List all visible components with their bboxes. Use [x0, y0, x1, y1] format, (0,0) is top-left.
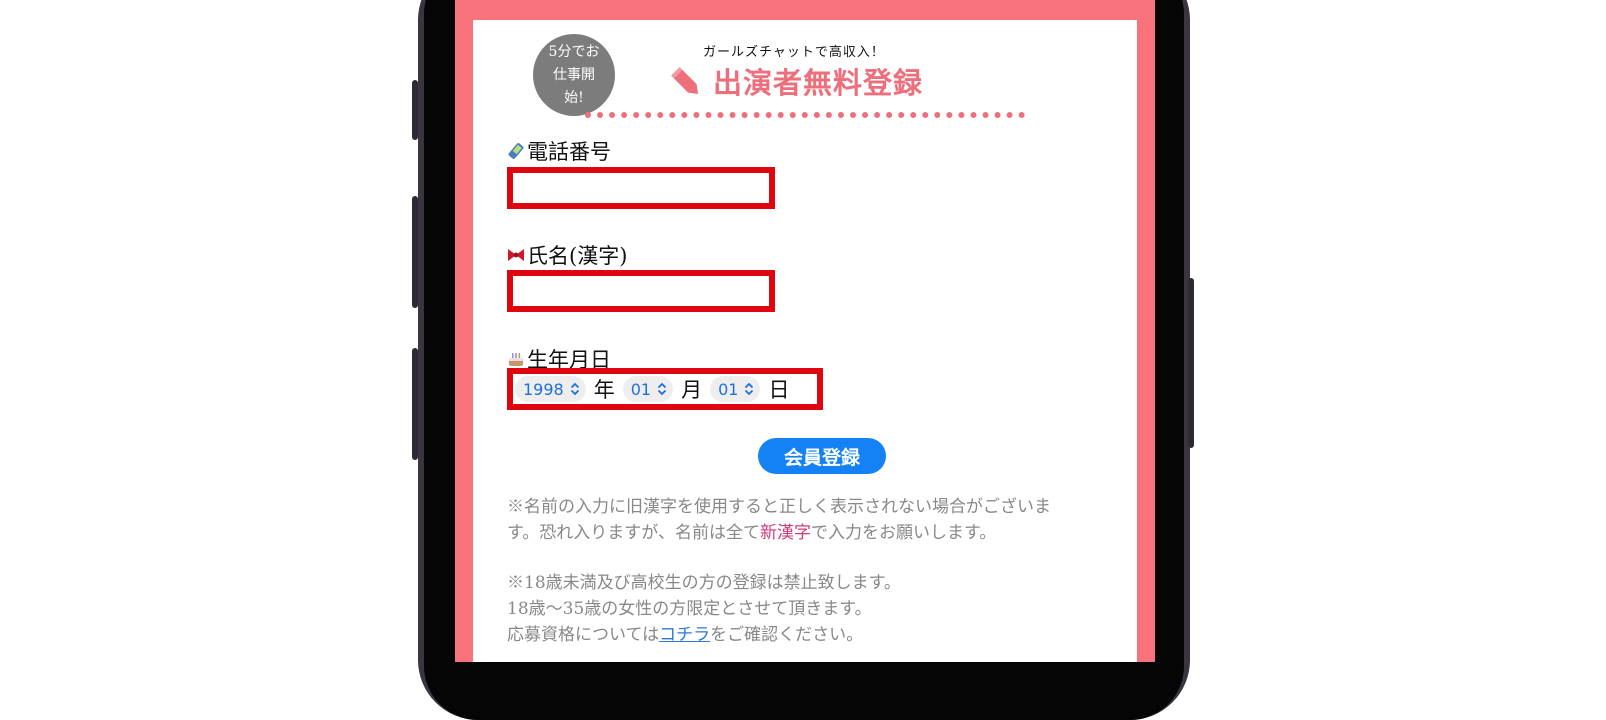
month-select[interactable]: 01	[622, 376, 674, 402]
phone-label: 電話番号	[507, 136, 611, 166]
quick-start-badge: 5分でお仕事開始!	[533, 34, 615, 116]
age-notice-line-3: 応募資格についてはコチラをご確認ください。	[507, 622, 1127, 648]
chevron-updown-icon	[570, 382, 579, 396]
year-select-value: 1998	[523, 379, 564, 399]
kanji-notice-line-2-pre: す。恐れ入りますが、名前は全て	[507, 523, 760, 543]
tagline: ガールズチャットで高収入！	[703, 45, 885, 60]
day-select[interactable]: 01	[710, 376, 761, 402]
day-unit: 日	[768, 378, 790, 402]
kanji-notice-line-2: す。恐れ入りますが、名前は全て新漢字で入力をお願いします。	[507, 520, 1127, 546]
name-label: 氏名(漢字)	[507, 240, 627, 270]
kanji-notice-line-1: ※名前の入力に旧漢字を使用すると正しく表示されない場合がございま	[507, 497, 1051, 517]
badge-text: 5分でお仕事開始!	[548, 43, 600, 106]
age-notice-line-2: 18歳〜35歳の女性の方限定とさせて頂きます。	[507, 599, 872, 619]
month-select-value: 01	[630, 379, 652, 399]
kanji-notice-line-2-post: で入力をお願いします。	[810, 523, 997, 543]
name-label-text: 氏名(漢字)	[527, 244, 628, 268]
phone-label-text: 電話番号	[527, 140, 611, 164]
register-button[interactable]: 会員登録	[758, 438, 886, 474]
age-notice-line-1: ※18歳未満及び高校生の方の登録は禁止致します。	[507, 573, 901, 593]
ribbon-icon	[508, 249, 524, 261]
age-notice-line-3-pre: 応募資格については	[507, 625, 660, 645]
age-notice-line-3-post: をご確認ください。	[710, 625, 864, 645]
eligibility-link[interactable]: コチラ	[659, 625, 710, 645]
age-notice: ※18歳未満及び高校生の方の登録は禁止致します。 18歳〜35歳の女性の方限定と…	[507, 570, 1127, 648]
phone-power-button	[1188, 278, 1194, 448]
phone-volume-up-button	[412, 196, 418, 308]
phone-screen: 5分でお仕事開始! ガールズチャットで高収入！ 出演者無料登録 電話番号 氏名(…	[455, 0, 1155, 662]
title-underline	[585, 112, 1025, 118]
chevron-updown-icon	[657, 382, 667, 396]
birthday-cake-icon	[509, 353, 523, 366]
phone-mute-switch	[412, 80, 418, 140]
phone-number-input[interactable]	[507, 167, 775, 209]
year-unit: 年	[593, 378, 615, 402]
day-select-value: 01	[718, 379, 739, 399]
registration-card: 5分でお仕事開始! ガールズチャットで高収入！ 出演者無料登録 電話番号 氏名(…	[473, 20, 1137, 662]
kanji-notice: ※名前の入力に旧漢字を使用すると正しく表示されない場合がございま す。恐れ入りま…	[507, 494, 1127, 546]
page-title: 出演者無料登録	[713, 66, 924, 100]
birthday-select-group: 1998 年 01 月 01 日	[507, 368, 823, 410]
mobile-phone-icon	[508, 143, 524, 159]
chevron-updown-icon	[745, 382, 754, 396]
month-unit: 月	[681, 378, 703, 402]
year-select[interactable]: 1998	[515, 376, 586, 402]
pencil-icon	[671, 67, 699, 95]
new-kanji-highlight: 新漢字	[759, 523, 811, 543]
phone-volume-down-button	[412, 348, 418, 460]
full-name-input[interactable]	[507, 270, 775, 312]
